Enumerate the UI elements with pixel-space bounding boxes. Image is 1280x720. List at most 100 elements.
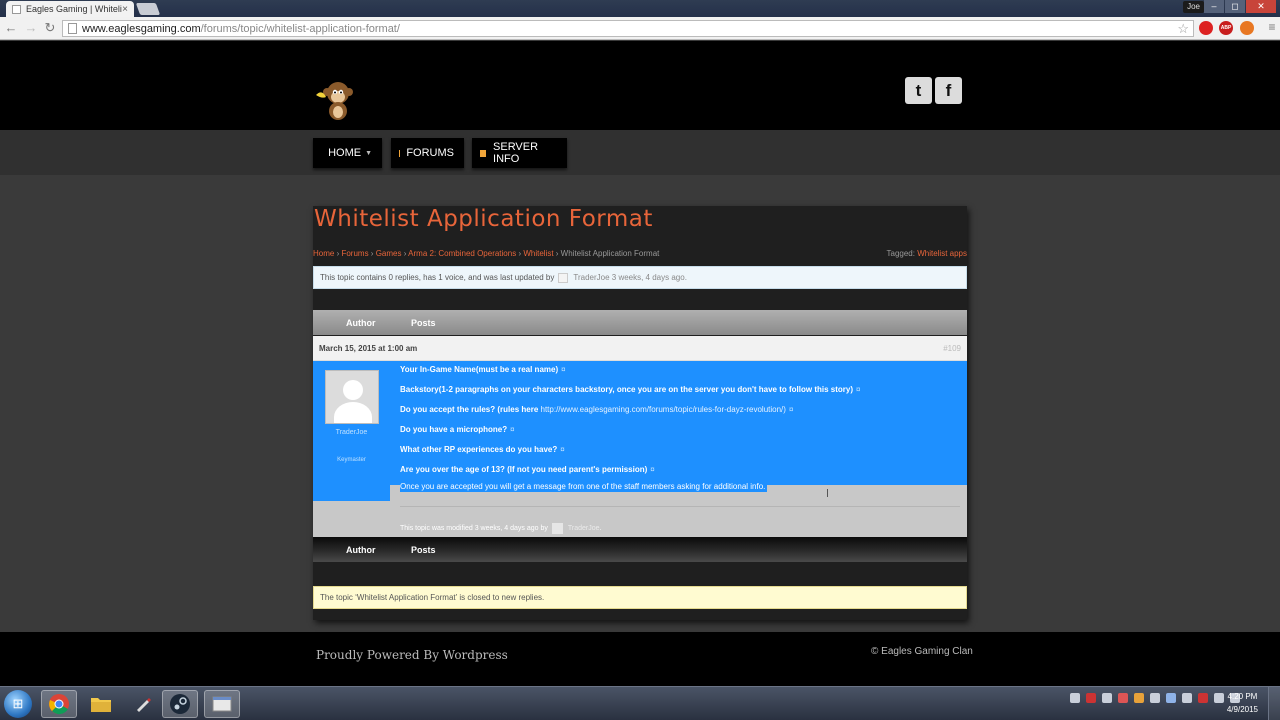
page-title: Whitelist Application Format xyxy=(314,206,653,232)
tray-icon[interactable] xyxy=(1166,693,1176,703)
author-column-header: Author xyxy=(346,318,376,328)
avatar[interactable] xyxy=(325,370,379,424)
topic-info-notice: This topic contains 0 replies, has 1 voi… xyxy=(313,266,967,289)
url-domain: www.eaglesgaming.com xyxy=(82,22,201,35)
author-column-footer: Author xyxy=(346,545,376,555)
browser-tab-strip: Eagles Gaming | Whitelist × Joe – ◻ ✕ xyxy=(0,0,1280,17)
chrome-menu-icon[interactable]: ≡ xyxy=(1262,20,1280,34)
posts-column-header: Posts xyxy=(411,318,436,328)
twitter-icon: t xyxy=(915,81,922,100)
author-name-link[interactable]: TraderJoe xyxy=(313,429,390,436)
forward-arrow-icon[interactable]: → xyxy=(21,20,41,35)
address-bar[interactable]: www.eaglesgaming.com /forums/topic/white… xyxy=(62,20,1194,37)
taskbar-explorer[interactable] xyxy=(83,690,119,718)
monkey-logo-icon[interactable] xyxy=(314,77,358,121)
taskbar-clock[interactable]: 4:20 PM 4/9/2015 xyxy=(1227,690,1258,716)
facebook-icon: f xyxy=(945,81,952,100)
breadcrumb-forums[interactable]: Forums xyxy=(341,249,368,258)
show-desktop-button[interactable] xyxy=(1268,687,1280,720)
topic-tags: Tagged: Whitelist apps xyxy=(886,249,968,258)
back-arrow-icon[interactable]: ← xyxy=(1,20,21,35)
extension-stop-icon[interactable] xyxy=(1199,21,1213,35)
breadcrumb-arma2[interactable]: Arma 2: Combined Operations xyxy=(408,249,516,258)
adblock-icon[interactable]: ABP xyxy=(1219,21,1233,35)
reload-icon[interactable]: ↻ xyxy=(40,20,60,36)
window-controls: – ◻ ✕ xyxy=(1203,0,1276,13)
profile-chip[interactable]: Joe xyxy=(1183,1,1204,13)
folder-icon xyxy=(91,698,111,712)
powered-by-link[interactable]: Proudly Powered By Wordpress xyxy=(316,648,508,662)
tray-icon[interactable] xyxy=(1182,693,1192,703)
tray-icon[interactable] xyxy=(1134,693,1144,703)
breadcrumb-games[interactable]: Games xyxy=(376,249,402,258)
steam-icon xyxy=(170,694,190,714)
clock-time: 4:20 PM xyxy=(1227,692,1258,701)
post-permalink[interactable]: #109 xyxy=(943,344,961,353)
avatar[interactable] xyxy=(551,523,563,534)
tab-title: Eagles Gaming | Whitelist xyxy=(26,4,123,14)
nav-home[interactable]: HOME ▼ xyxy=(313,138,382,168)
posts-column-footer: Posts xyxy=(411,545,436,555)
start-button[interactable]: ⊞ xyxy=(4,690,32,718)
maximize-button[interactable]: ◻ xyxy=(1225,0,1245,13)
new-tab-button[interactable] xyxy=(135,3,161,15)
content-panel: Whitelist Application Format Home › Foru… xyxy=(313,206,967,620)
post-line: What other RP experiences do you have? ¤ xyxy=(400,445,565,454)
extension-flame-icon[interactable] xyxy=(1240,21,1254,35)
taskbar-chrome[interactable] xyxy=(41,690,77,718)
post-line: Your In-Game Name(must be a real name) ¤ xyxy=(400,365,566,374)
post-content[interactable]: Your In-Game Name(must be a real name) ¤ … xyxy=(390,361,967,485)
avatar[interactable] xyxy=(558,272,569,283)
post-line: Do you have a microphone? ¤ xyxy=(400,425,515,434)
last-updated-time-link[interactable]: 3 weeks, 4 days ago. xyxy=(612,273,687,282)
text-cursor-icon xyxy=(827,489,828,497)
tray-icon[interactable] xyxy=(1070,693,1080,703)
page-favicon-icon xyxy=(12,4,21,14)
chrome-icon xyxy=(49,694,69,715)
nav-square-icon xyxy=(480,149,487,157)
post-modified-note: This topic was modified 3 weeks, 4 days … xyxy=(400,523,602,534)
post-area: TraderJoe Keymaster Your In-Game Name(mu… xyxy=(313,361,967,537)
close-window-button[interactable]: ✕ xyxy=(1246,0,1276,13)
main-nav: HOME ▼ FORUMS SERVER INFO xyxy=(0,130,1280,175)
breadcrumb: Home › Forums › Games › Arma 2: Combined… xyxy=(313,249,660,258)
url-path: /forums/topic/whitelist-application-form… xyxy=(200,22,400,35)
modified-user-link[interactable]: TraderJoe xyxy=(568,525,600,532)
author-column: TraderJoe Keymaster xyxy=(313,361,390,501)
post-line: Once you are accepted you will get a mes… xyxy=(400,482,768,492)
user-silhouette-icon xyxy=(343,380,363,400)
post-divider xyxy=(400,506,960,507)
pen-icon xyxy=(137,698,151,712)
bookmark-star-icon[interactable]: ☆ xyxy=(1177,21,1189,36)
post-line: Backstory(1-2 paragraphs on your charact… xyxy=(400,385,861,394)
minimize-button[interactable]: – xyxy=(1204,0,1224,13)
tray-icon[interactable] xyxy=(1150,693,1160,703)
tray-icon[interactable] xyxy=(1198,693,1208,703)
facebook-button[interactable]: f xyxy=(935,77,962,104)
nav-forums[interactable]: FORUMS xyxy=(391,138,464,168)
author-role: Keymaster xyxy=(337,457,366,463)
browser-toolbar: ← → ↻ www.eaglesgaming.com /forums/topic… xyxy=(0,17,1280,40)
nav-server-info[interactable]: SERVER INFO xyxy=(472,138,567,168)
twitter-button[interactable]: t xyxy=(905,77,932,104)
clock-date: 4/9/2015 xyxy=(1226,705,1258,714)
tray-icon[interactable] xyxy=(1118,693,1128,703)
table-footer: Author Posts xyxy=(313,537,967,562)
tab-close-icon[interactable]: × xyxy=(122,4,128,15)
post-line: Are you over the age of 13? (If not you … xyxy=(400,465,655,474)
post-line: Do you accept the rules? (rules here htt… xyxy=(400,405,794,414)
tray-icon[interactable] xyxy=(1102,693,1112,703)
site-footer: Proudly Powered By Wordpress © Eagles Ga… xyxy=(0,632,1280,686)
tag-link[interactable]: Whitelist apps xyxy=(917,249,967,258)
rules-link[interactable]: http://www.eaglesgaming.com/forums/topic… xyxy=(541,405,784,414)
nav-forums-label: FORUMS xyxy=(406,147,454,159)
browser-tab[interactable]: Eagles Gaming | Whitelist × xyxy=(6,1,134,17)
network-icon[interactable] xyxy=(1214,693,1224,703)
tray-icon[interactable] xyxy=(1086,693,1096,703)
breadcrumb-home[interactable]: Home xyxy=(313,249,334,258)
taskbar-app-pen[interactable] xyxy=(125,690,161,718)
last-updated-user-link[interactable]: TraderJoe xyxy=(573,273,609,282)
taskbar-app-steam[interactable] xyxy=(162,690,198,718)
breadcrumb-whitelist[interactable]: Whitelist xyxy=(523,249,553,258)
taskbar-app-window[interactable] xyxy=(204,690,240,718)
